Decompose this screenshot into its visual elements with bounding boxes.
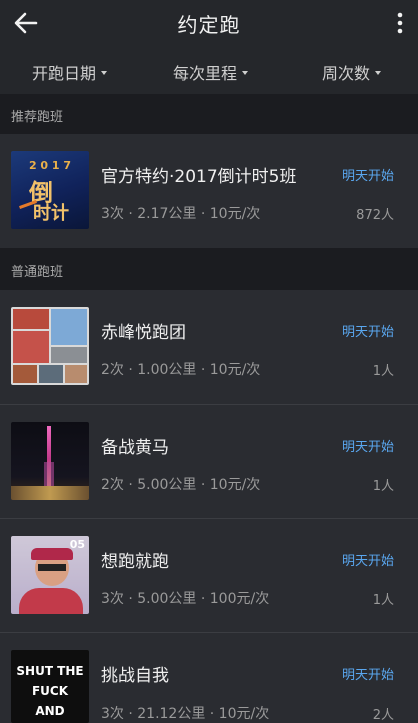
group-thumbnail — [11, 307, 89, 385]
thumbnail-title-2: 时计 — [33, 203, 69, 224]
app-bar: 约定跑 — [0, 0, 418, 46]
group-meta: 2次 · 1.00公里 · 10元/次 — [101, 362, 261, 378]
group-thumbnail — [11, 422, 89, 500]
filter-bar: 开跑日期 每次里程 周次数 — [0, 46, 418, 94]
group-name: 挑战自我 — [101, 666, 169, 686]
filter-weekly-count[interactable]: 周次数 — [322, 60, 382, 84]
group-meta: 2次 · 5.00公里 · 10元/次 — [101, 477, 261, 493]
group-meta: 3次 · 2.17公里 · 10元/次 — [101, 206, 261, 222]
group-thumbnail: 05 — [11, 536, 89, 614]
section-title: 普通跑班 — [11, 265, 64, 280]
caret-down-icon — [101, 70, 108, 75]
section-header-recommended: 推荐跑班 — [0, 94, 418, 134]
start-status: 明天开始 — [341, 169, 394, 184]
thumbnail-year: 2 0 1 7 — [28, 159, 72, 172]
member-count: 1人 — [372, 479, 394, 494]
list-item-group[interactable]: SHUT THE FUCK AND 挑战自我 3次 · 21.12公里 · 10… — [0, 633, 418, 723]
start-status: 明天开始 — [341, 554, 394, 569]
list-item-recommended[interactable]: 2 0 1 7 倒 时计 官方特约·2017倒计时5班 3次 · 2.17公里 … — [0, 134, 418, 248]
list-item-group[interactable]: 备战黄马 2次 · 5.00公里 · 10元/次 明天开始 1人 — [0, 405, 418, 519]
start-status: 明天开始 — [341, 325, 394, 340]
caret-down-icon — [242, 70, 249, 75]
filter-distance[interactable]: 每次里程 — [173, 60, 249, 84]
page-title: 约定跑 — [177, 13, 241, 37]
filter-label: 每次里程 — [173, 64, 238, 83]
member-count: 2人 — [372, 708, 394, 723]
caret-down-icon — [375, 70, 382, 75]
group-name: 赤峰悦跑团 — [101, 323, 186, 343]
group-thumbnail: SHUT THE FUCK AND — [11, 650, 89, 723]
more-vertical-icon[interactable] — [396, 11, 404, 35]
list-item-group[interactable]: 赤峰悦跑团 2次 · 1.00公里 · 10元/次 明天开始 1人 — [0, 290, 418, 404]
start-status: 明天开始 — [341, 668, 394, 683]
start-status: 明天开始 — [341, 440, 394, 455]
thumbnail-text-3: AND — [35, 704, 65, 718]
group-name: 备战黄马 — [101, 438, 169, 458]
group-name: 想跑就跑 — [101, 552, 169, 572]
group-thumbnail: 2 0 1 7 倒 时计 — [11, 151, 89, 229]
member-count: 872人 — [356, 208, 394, 223]
filter-start-date[interactable]: 开跑日期 — [32, 60, 108, 84]
thumbnail-label: 05 — [69, 538, 85, 551]
list-item-group[interactable]: 05 想跑就跑 3次 · 5.00公里 · 100元/次 明天开始 1人 — [0, 519, 418, 633]
section-title: 推荐跑班 — [11, 110, 64, 125]
thumbnail-text-1: SHUT THE — [16, 664, 84, 678]
group-meta: 3次 · 21.12公里 · 10元/次 — [101, 706, 270, 722]
member-count: 1人 — [372, 364, 394, 379]
section-header-normal: 普通跑班 — [0, 248, 418, 290]
member-count: 1人 — [372, 593, 394, 608]
filter-label: 开跑日期 — [32, 64, 97, 83]
group-name: 官方特约·2017倒计时5班 — [101, 167, 297, 187]
thumbnail-text-2: FUCK — [31, 684, 69, 698]
filter-label: 周次数 — [322, 64, 371, 83]
group-meta: 3次 · 5.00公里 · 100元/次 — [101, 591, 270, 607]
